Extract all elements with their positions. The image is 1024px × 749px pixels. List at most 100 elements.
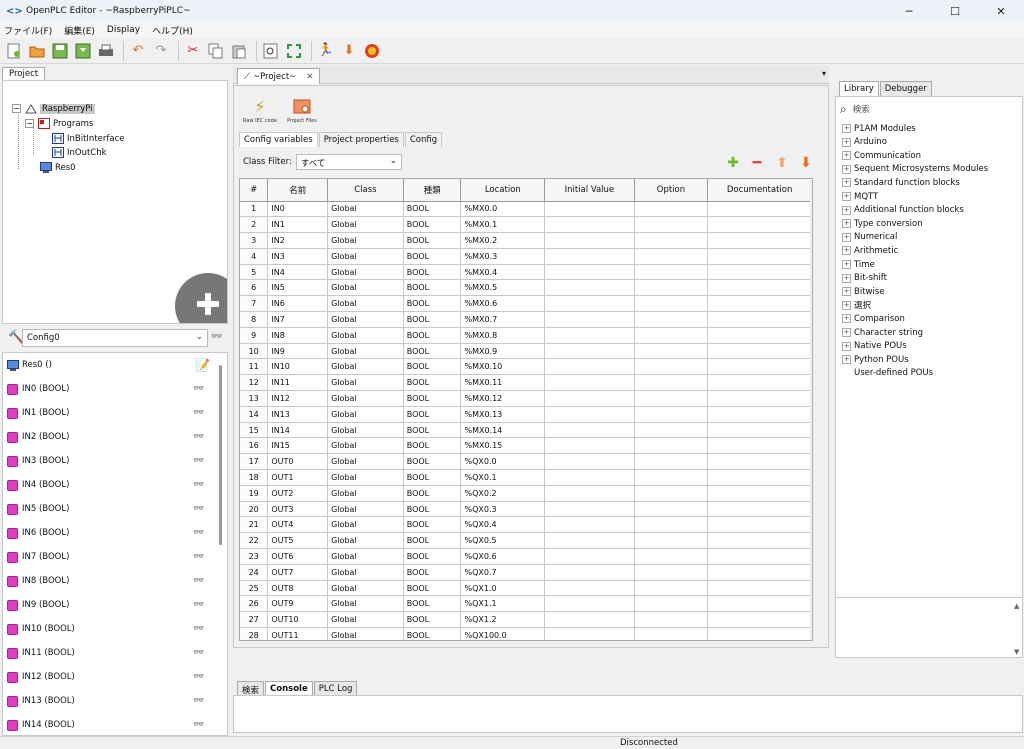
table-cell[interactable]: 9 — [240, 327, 269, 344]
table-cell[interactable]: IN8 — [267, 327, 329, 344]
new-file-icon[interactable] — [4, 41, 24, 61]
table-cell[interactable] — [544, 422, 635, 439]
debug-glasses-icon[interactable]: 👓 — [193, 480, 204, 490]
table-cell[interactable]: OUT2 — [267, 485, 329, 502]
table-cell[interactable]: BOOL — [403, 248, 462, 265]
table-cell[interactable]: %MX0.4 — [460, 264, 546, 281]
tab-config-variables[interactable]: Config variables — [239, 132, 318, 147]
transfer-icon[interactable]: ⬇ — [339, 41, 359, 61]
menu-edit[interactable]: 編集(E) — [64, 24, 95, 37]
table-cell[interactable]: OUT1 — [267, 469, 329, 486]
col-header-option[interactable]: Option — [634, 179, 709, 202]
table-cell[interactable]: %QX0.1 — [460, 469, 546, 486]
list-item[interactable]: IN2 (BOOL) — [7, 428, 69, 446]
table-cell[interactable]: BOOL — [403, 469, 462, 486]
library-item[interactable]: + MQTT — [842, 190, 878, 203]
table-cell[interactable]: %MX0.14 — [460, 422, 546, 439]
expand-icon[interactable]: + — [842, 300, 851, 310]
scroll-up-icon[interactable]: ▲ — [1014, 602, 1019, 610]
table-cell[interactable]: 21 — [240, 516, 269, 534]
table-cell[interactable]: OUT10 — [267, 611, 329, 629]
table-cell[interactable]: 6 — [240, 279, 269, 297]
list-item[interactable]: IN8 (BOOL) — [7, 572, 69, 590]
close-tab-icon[interactable]: ✕ — [306, 72, 313, 82]
table-cell[interactable]: %QX1.1 — [460, 595, 546, 613]
table-row[interactable]: 6 IN5 Global BOOL %MX0.5 — [240, 279, 812, 297]
table-cell[interactable]: 23 — [240, 548, 269, 565]
table-cell[interactable]: %MX0.7 — [460, 311, 546, 328]
library-item[interactable]: + P1AM Modules — [842, 122, 916, 135]
library-item[interactable]: + Standard function blocks — [842, 176, 960, 189]
debug-glasses-icon[interactable]: 👓 — [193, 624, 204, 634]
table-cell[interactable]: %MX0.3 — [460, 248, 546, 265]
table-cell[interactable]: BOOL — [403, 422, 462, 439]
table-cell[interactable]: %QX1.0 — [460, 580, 546, 597]
list-item[interactable]: IN0 (BOOL) — [7, 380, 69, 398]
table-row[interactable]: 27 OUT10 Global BOOL %QX1.2 — [240, 611, 812, 629]
table-cell[interactable]: Global — [327, 295, 404, 313]
table-row[interactable]: 21 OUT4 Global BOOL %QX0.4 — [240, 516, 812, 534]
list-item[interactable]: IN12 (BOOL) — [7, 668, 75, 686]
table-cell[interactable]: IN5 — [267, 279, 329, 297]
debug-glasses-icon[interactable]: 👓 — [193, 456, 204, 466]
edit-icon[interactable]: 📝 — [195, 358, 210, 372]
library-item[interactable]: + 選択 — [842, 299, 871, 312]
expand-icon[interactable]: + — [842, 192, 851, 201]
table-cell[interactable] — [544, 627, 635, 640]
debug-glasses-icon[interactable]: 👓 — [193, 672, 204, 682]
expand-icon[interactable]: + — [842, 314, 851, 324]
table-cell[interactable]: BOOL — [403, 201, 462, 218]
table-row[interactable]: 9 IN8 Global BOOL %MX0.8 — [240, 327, 812, 344]
table-cell[interactable] — [707, 485, 812, 502]
table-cell[interactable] — [634, 232, 709, 249]
table-cell[interactable]: Global — [327, 501, 404, 518]
table-cell[interactable] — [544, 248, 635, 265]
table-cell[interactable]: Global — [327, 595, 404, 613]
list-item[interactable]: IN7 (BOOL) — [7, 548, 69, 566]
list-item[interactable]: IN1 (BOOL) — [7, 404, 69, 422]
raw-iec-code-button[interactable]: ⚡ Raw IEC code — [240, 96, 280, 125]
table-cell[interactable] — [707, 358, 812, 376]
table-cell[interactable]: 16 — [240, 437, 269, 455]
table-cell[interactable] — [544, 501, 635, 518]
table-cell[interactable] — [544, 201, 635, 218]
open-folder-icon[interactable] — [27, 41, 47, 61]
expand-icon[interactable]: + — [842, 232, 851, 242]
debug-glasses-icon[interactable]: 👓 — [193, 528, 204, 538]
list-item[interactable]: IN11 (BOOL) — [7, 644, 75, 662]
table-row[interactable]: 25 OUT8 Global BOOL %QX1.0 — [240, 580, 812, 597]
table-cell[interactable]: Global — [327, 390, 404, 407]
tab-debugger[interactable]: Debugger — [879, 81, 932, 96]
table-cell[interactable]: BOOL — [403, 343, 462, 360]
table-cell[interactable] — [707, 216, 812, 234]
table-cell[interactable]: OUT0 — [267, 453, 329, 471]
table-cell[interactable]: 14 — [240, 406, 269, 423]
table-row[interactable]: 15 IN14 Global BOOL %MX0.14 — [240, 422, 812, 439]
tab-project-editor[interactable]: ⟋ ~Project~ ✕ — [237, 68, 321, 84]
table-cell[interactable]: BOOL — [403, 406, 462, 423]
debug-glasses-icon[interactable]: 👓 — [193, 648, 204, 658]
table-cell[interactable]: %QX1.2 — [460, 611, 546, 629]
table-cell[interactable] — [544, 327, 635, 344]
table-cell[interactable] — [544, 311, 635, 328]
table-cell[interactable]: Global — [327, 580, 404, 597]
table-cell[interactable]: BOOL — [403, 548, 462, 565]
expand-icon[interactable]: + — [842, 355, 851, 365]
table-cell[interactable]: %QX0.5 — [460, 532, 546, 550]
tree-item-pou[interactable]: InBitInterface — [52, 132, 124, 145]
table-cell[interactable]: BOOL — [403, 264, 462, 281]
expand-icon[interactable]: + — [842, 151, 851, 161]
table-cell[interactable]: Global — [327, 216, 404, 234]
table-cell[interactable]: IN10 — [267, 358, 329, 376]
remove-variable-button[interactable]: ━ — [748, 154, 766, 172]
table-cell[interactable]: OUT8 — [267, 580, 329, 597]
table-cell[interactable]: BOOL — [403, 627, 462, 640]
table-cell[interactable]: 4 — [240, 248, 269, 265]
maximize-button[interactable]: ☐ — [932, 0, 978, 22]
debug-glasses-icon[interactable]: 👓 — [193, 552, 204, 562]
table-cell[interactable] — [707, 422, 812, 439]
table-cell[interactable]: 24 — [240, 564, 269, 581]
table-cell[interactable] — [544, 279, 635, 297]
tab-project[interactable]: Project — [2, 67, 46, 81]
table-cell[interactable] — [544, 406, 635, 423]
